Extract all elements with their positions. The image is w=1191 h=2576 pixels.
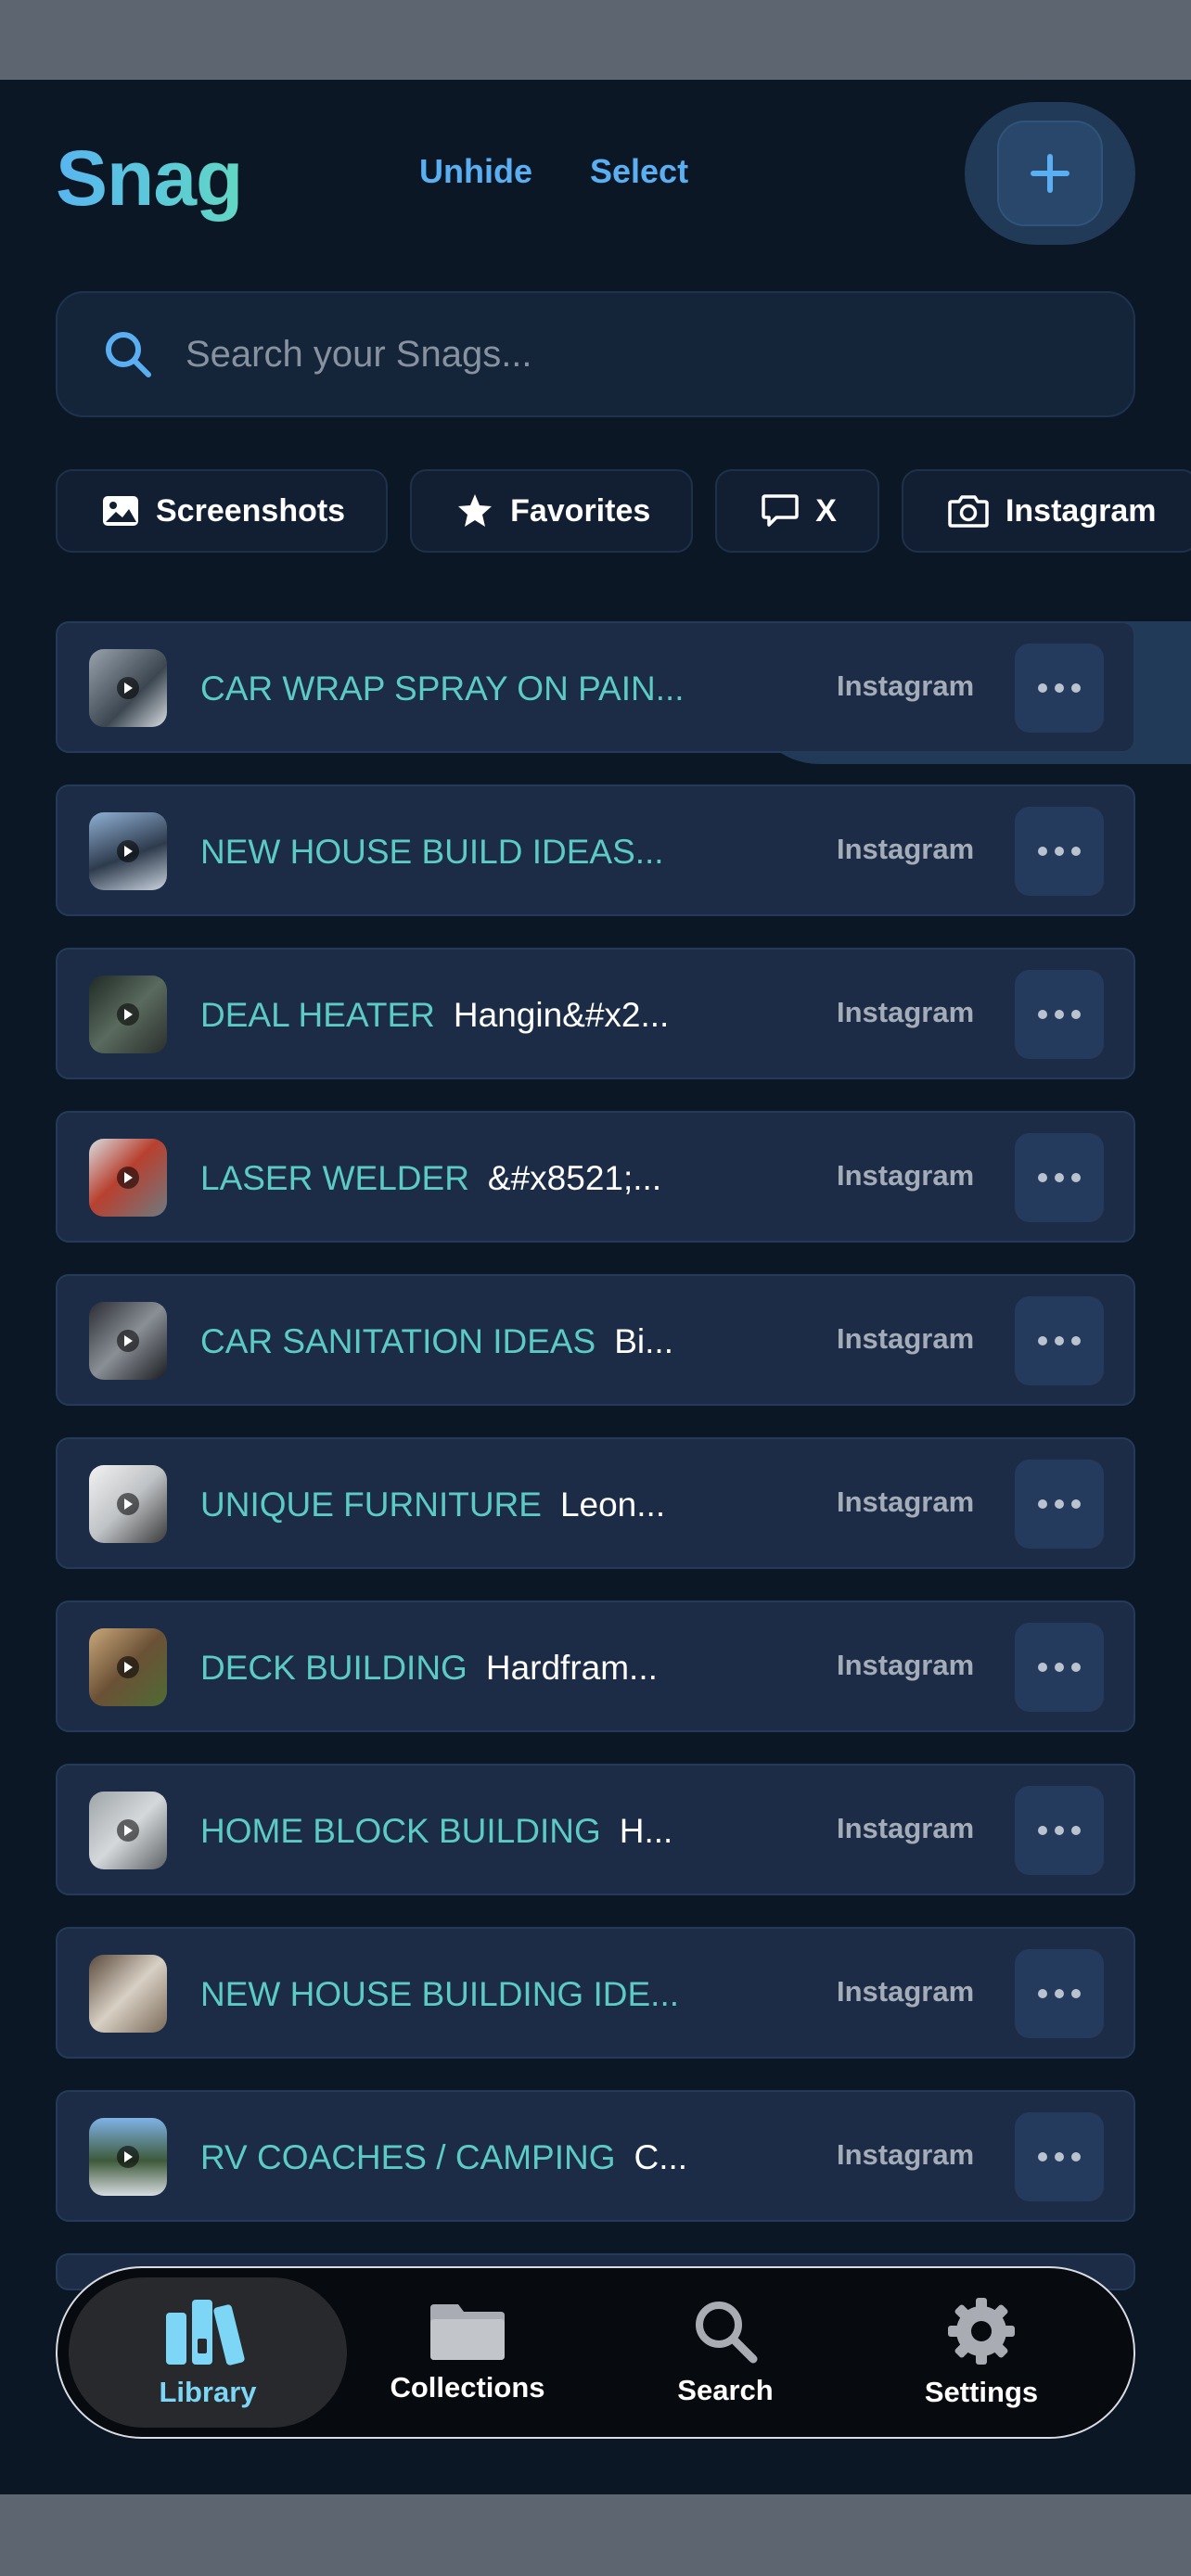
tab-label: Search bbox=[677, 2374, 774, 2406]
item-title: RV COACHES / CAMPING bbox=[200, 2138, 616, 2176]
more-options-button[interactable] bbox=[1015, 644, 1104, 733]
item-subtitle: H... bbox=[619, 1812, 673, 1850]
item-title: UNIQUE FURNITURE bbox=[200, 1486, 542, 1524]
item-title: NEW HOUSE BUILDING IDE... bbox=[200, 1975, 680, 2013]
item-source: Instagram bbox=[837, 1649, 975, 1681]
item-source: Instagram bbox=[837, 1159, 975, 1192]
list-item[interactable]: NEW HOUSE BUILDING IDE... Instagram bbox=[56, 1927, 1135, 2059]
camera-icon bbox=[948, 495, 989, 528]
speech-bubble-icon bbox=[762, 494, 800, 527]
bottom-tab-bar: Library Collections Search Settings bbox=[56, 2266, 1135, 2439]
item-source: Instagram bbox=[837, 1486, 975, 1518]
gear-icon bbox=[948, 2298, 1015, 2365]
more-options-button[interactable] bbox=[1015, 970, 1104, 1059]
item-subtitle: C... bbox=[634, 2138, 688, 2176]
unhide-button[interactable]: Unhide bbox=[419, 152, 532, 191]
add-snag-button[interactable] bbox=[965, 102, 1135, 245]
filter-chip-x[interactable]: X bbox=[715, 469, 879, 553]
list-item[interactable]: LASER WELDER &#x8521;... Instagram bbox=[56, 1111, 1135, 1243]
more-options-button[interactable] bbox=[1015, 1460, 1104, 1549]
thumbnail bbox=[89, 1465, 167, 1543]
item-source: Instagram bbox=[837, 1975, 975, 2008]
thumbnail bbox=[89, 1792, 167, 1869]
filter-chip-label: Instagram bbox=[1005, 492, 1157, 529]
thumbnail bbox=[89, 1628, 167, 1706]
list-item[interactable]: RV COACHES / CAMPING C... Instagram bbox=[56, 2090, 1135, 2222]
star-icon bbox=[458, 494, 493, 527]
tab-settings[interactable]: Settings bbox=[842, 2277, 1121, 2428]
tab-library[interactable]: Library bbox=[69, 2277, 347, 2428]
item-subtitle: Bi... bbox=[614, 1322, 673, 1360]
thumbnail bbox=[89, 1955, 167, 2033]
item-source: Instagram bbox=[837, 1322, 975, 1355]
search-bar[interactable] bbox=[56, 291, 1135, 417]
more-options-button[interactable] bbox=[1015, 807, 1104, 896]
thumbnail bbox=[89, 1139, 167, 1217]
item-source: Instagram bbox=[837, 670, 975, 702]
search-icon bbox=[106, 332, 151, 377]
thumbnail bbox=[89, 812, 167, 890]
item-subtitle: &#x8521;... bbox=[487, 1159, 662, 1197]
tab-collections[interactable]: Collections bbox=[328, 2277, 607, 2428]
item-title: CAR SANITATION IDEAS bbox=[200, 1322, 596, 1360]
thumbnail bbox=[89, 1302, 167, 1380]
filter-chip-label: X bbox=[815, 492, 837, 529]
plus-icon bbox=[1031, 154, 1069, 193]
app-logo: Snag bbox=[56, 134, 243, 222]
search-icon bbox=[696, 2302, 758, 2364]
list-item[interactable]: HOME BLOCK BUILDING H... Instagram bbox=[56, 1764, 1135, 1895]
filter-chip-label: Favorites bbox=[510, 492, 651, 529]
tab-search[interactable]: Search bbox=[586, 2277, 864, 2428]
item-subtitle: Leon... bbox=[559, 1486, 666, 1524]
item-title: HOME BLOCK BUILDING bbox=[200, 1812, 601, 1850]
folder-icon bbox=[430, 2304, 505, 2360]
thumbnail bbox=[89, 976, 167, 1053]
item-source: Instagram bbox=[837, 1812, 975, 1844]
item-title: DEAL HEATER bbox=[200, 996, 435, 1034]
list-item[interactable]: NEW HOUSE BUILD IDEAS... Instagram bbox=[56, 784, 1135, 916]
image-icon bbox=[103, 496, 138, 526]
more-options-button[interactable] bbox=[1015, 1296, 1104, 1385]
filter-chips: Screenshots Favorites X Instagram bbox=[56, 469, 1191, 553]
item-source: Instagram bbox=[837, 833, 975, 865]
tab-label: Library bbox=[159, 2376, 257, 2408]
filter-chip-screenshots[interactable]: Screenshots bbox=[56, 469, 389, 553]
item-title: NEW HOUSE BUILD IDEAS... bbox=[200, 833, 664, 871]
filter-chip-instagram[interactable]: Instagram bbox=[901, 469, 1191, 553]
more-options-button[interactable] bbox=[1015, 1949, 1104, 2038]
tab-label: Collections bbox=[390, 2371, 545, 2404]
more-options-button[interactable] bbox=[1015, 2112, 1104, 2201]
item-title: LASER WELDER bbox=[200, 1159, 469, 1197]
thumbnail bbox=[89, 2118, 167, 2196]
list-item[interactable]: CAR WRAP SPRAY ON PAIN... Instagram bbox=[56, 621, 1135, 753]
search-input[interactable] bbox=[186, 317, 1133, 391]
tab-label: Settings bbox=[924, 2376, 1039, 2408]
filter-chip-favorites[interactable]: Favorites bbox=[410, 469, 694, 553]
list-item[interactable]: CAR SANITATION IDEAS Bi... Instagram bbox=[56, 1274, 1135, 1406]
item-title: DECK BUILDING bbox=[200, 1649, 467, 1687]
more-options-button[interactable] bbox=[1015, 1786, 1104, 1875]
item-title: CAR WRAP SPRAY ON PAIN... bbox=[200, 670, 685, 708]
list-item[interactable]: DECK BUILDING Hardfram... Instagram bbox=[56, 1600, 1135, 1732]
list-item[interactable]: UNIQUE FURNITURE Leon... Instagram bbox=[56, 1437, 1135, 1569]
app-screen: Snag Unhide Select Search your Snags... … bbox=[0, 80, 1191, 2494]
thumbnail bbox=[89, 649, 167, 727]
item-source: Instagram bbox=[837, 2138, 975, 2171]
item-subtitle: Hangin&#x2... bbox=[453, 996, 670, 1034]
select-button[interactable]: Select bbox=[590, 152, 688, 191]
item-subtitle: Hardfram... bbox=[485, 1649, 658, 1687]
library-books-icon bbox=[166, 2300, 245, 2366]
filter-chip-label: Screenshots bbox=[156, 492, 346, 529]
more-options-button[interactable] bbox=[1015, 1623, 1104, 1712]
more-options-button[interactable] bbox=[1015, 1133, 1104, 1222]
item-source: Instagram bbox=[837, 996, 975, 1028]
list-item[interactable]: DEAL HEATER Hangin&#x2... Instagram bbox=[56, 948, 1135, 1079]
